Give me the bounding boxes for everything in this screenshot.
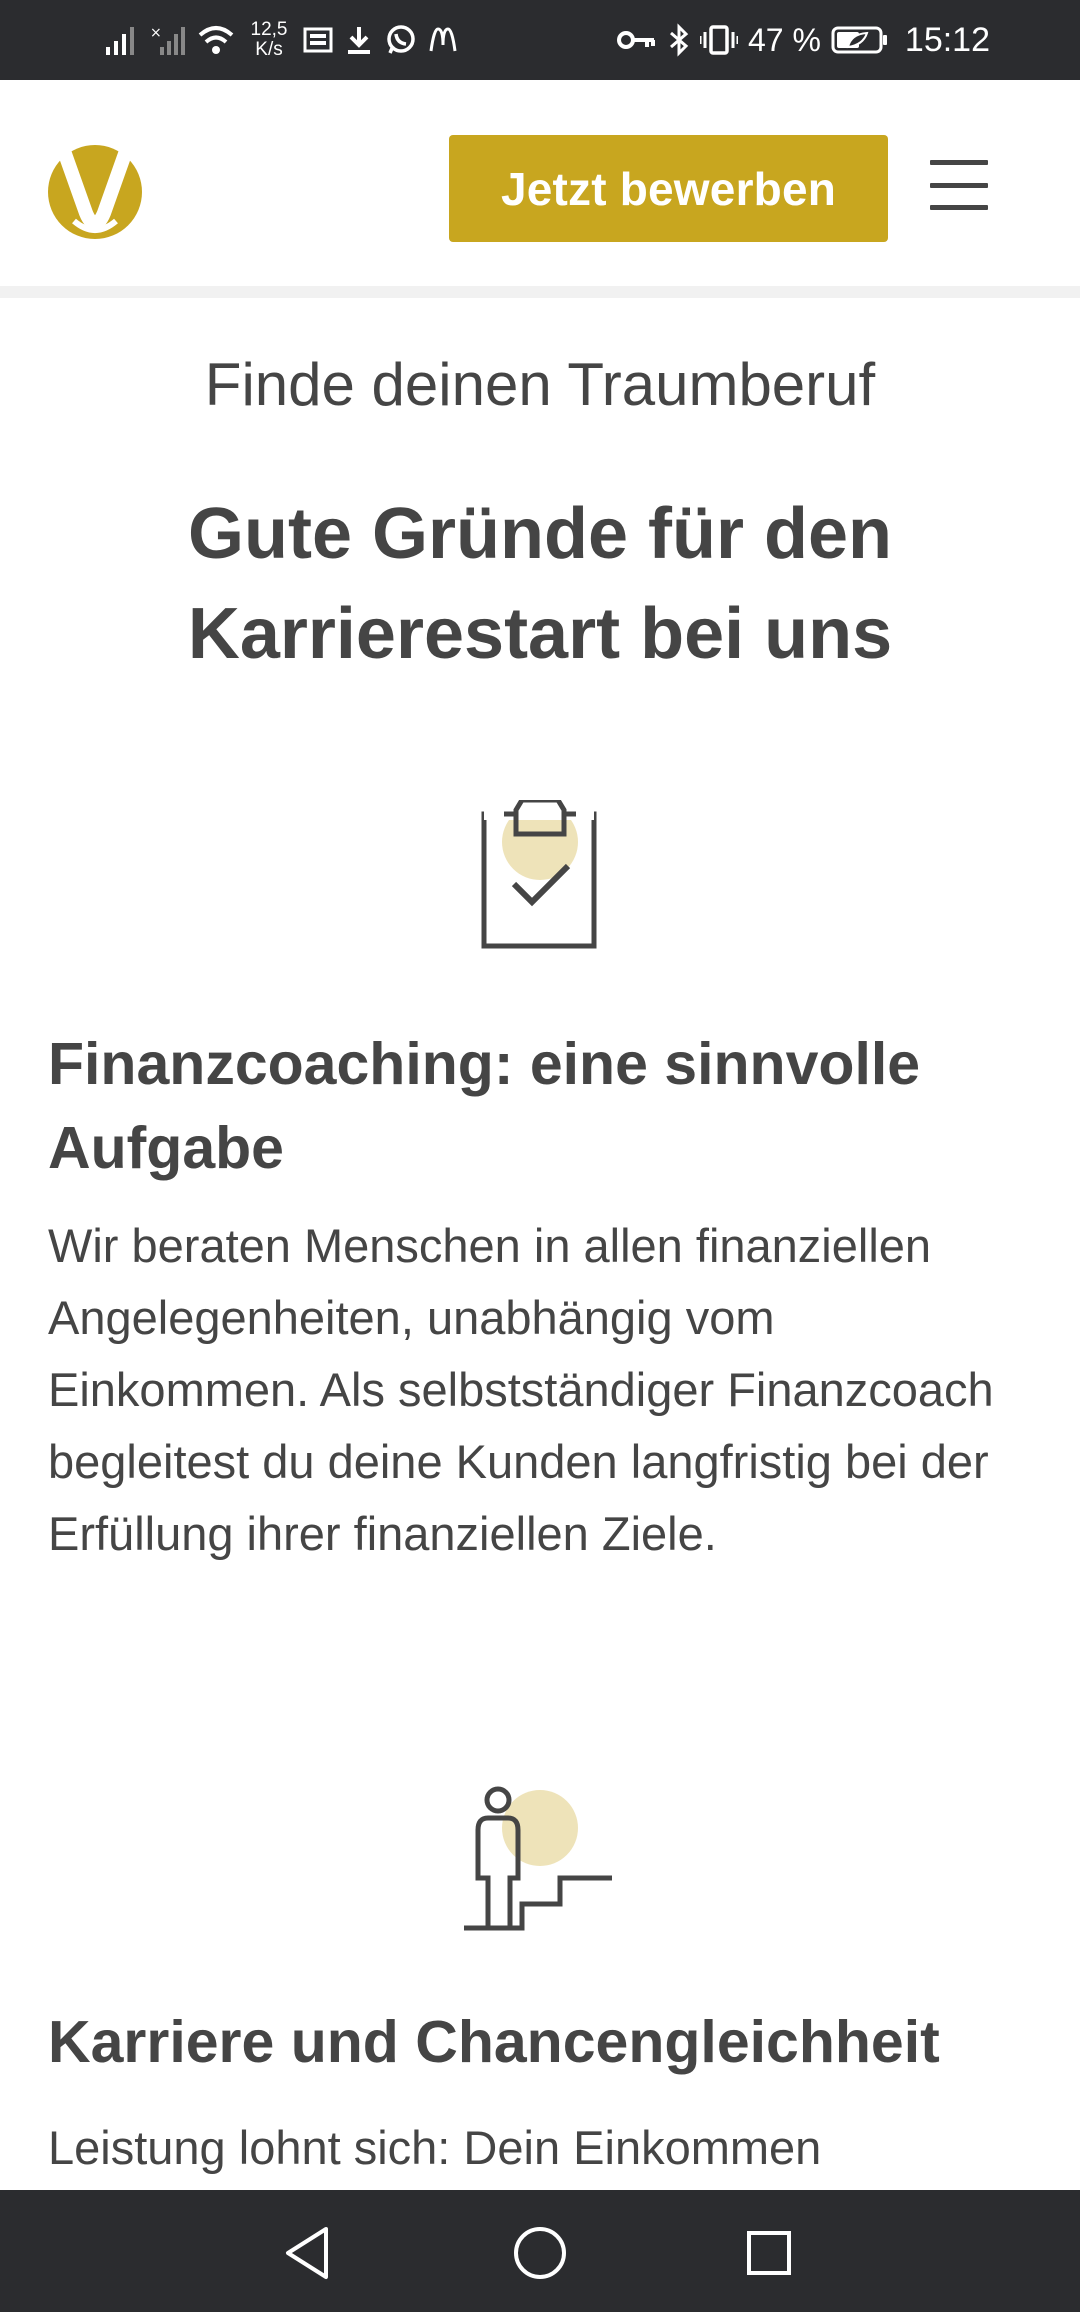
whatsapp-icon xyxy=(384,23,418,57)
dvag-logo-icon[interactable] xyxy=(46,143,144,241)
clipboard-check-icon xyxy=(476,797,604,955)
battery-percent: 47 % xyxy=(747,21,821,58)
apply-now-button[interactable]: Jetzt bewerben xyxy=(449,135,888,242)
signal-icon xyxy=(104,23,140,57)
feature-text: Leistung lohnt sich: Dein Einkommen xyxy=(48,2121,822,2174)
mcdonalds-icon xyxy=(428,25,458,55)
screen-icon xyxy=(302,25,334,55)
hamburger-menu-icon[interactable] xyxy=(930,160,990,210)
page-subtitle: Finde deinen Traumberuf xyxy=(204,351,876,418)
back-icon[interactable] xyxy=(273,2218,343,2288)
network-speed-value: 12,5 xyxy=(250,19,288,40)
battery-icon xyxy=(831,25,889,55)
svg-text:×: × xyxy=(150,25,162,41)
home-icon[interactable] xyxy=(505,2218,575,2288)
bluetooth-icon xyxy=(668,23,690,57)
system-nav-bar xyxy=(0,2190,1080,2312)
recents-icon[interactable] xyxy=(734,2218,804,2288)
download-icon xyxy=(344,24,374,56)
menu-line xyxy=(930,205,988,210)
signal-no-service-icon: × xyxy=(150,23,186,57)
page-headline: Gute Gründe für den Karrierestart bei un… xyxy=(187,494,893,674)
vibrate-icon xyxy=(699,23,738,57)
status-bar: × 12,5 K/s 47 % 15:12 xyxy=(0,0,1080,80)
clock: 15:12 xyxy=(904,20,990,59)
site-header: Jetzt bewerben xyxy=(0,80,1080,298)
menu-line xyxy=(930,182,988,188)
network-speed-unit: K/s xyxy=(255,39,283,60)
network-speed: 12,5 K/s xyxy=(246,20,292,60)
status-bar-left: × 12,5 K/s xyxy=(104,0,458,80)
feature-title: Karriere und Chancengleichheit xyxy=(48,2009,940,2075)
wifi-icon xyxy=(196,23,236,57)
person-stairs-icon xyxy=(462,1786,622,1941)
status-bar-right: 47 % 15:12 xyxy=(616,0,990,80)
feature-text: Wir beraten Menschen in allen finanziell… xyxy=(48,1219,994,1560)
feature-title: Finanzcoaching: eine sinnvolle Aufgabe xyxy=(48,1031,921,1181)
menu-line xyxy=(930,160,988,165)
main-content: Finde deinen Traumberuf Gute Gründe für … xyxy=(0,298,1080,2190)
key-icon xyxy=(616,25,658,55)
